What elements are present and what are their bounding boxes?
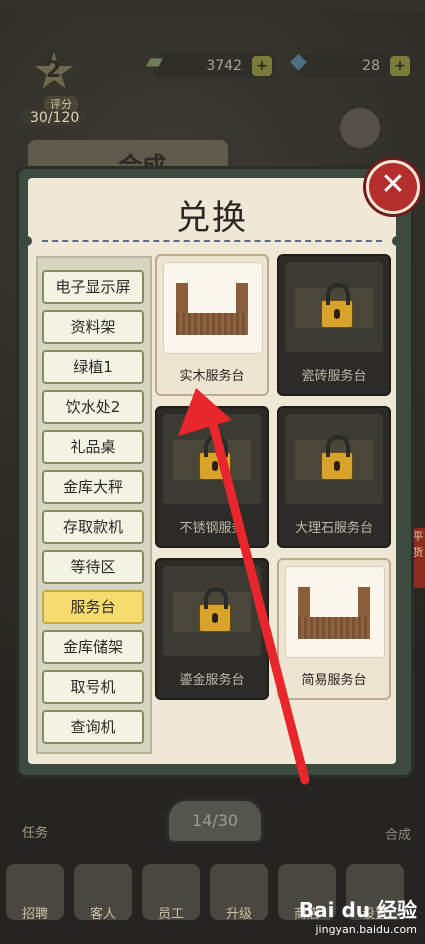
divider-dot [392, 236, 402, 246]
nav-label: 客人 [89, 907, 116, 922]
nav-label: 招聘 [21, 907, 48, 922]
cash-icon: ▰ [146, 49, 163, 74]
category-tab[interactable]: 礼品桌 [42, 430, 144, 464]
counter-icon [298, 587, 370, 641]
item-name: 大理石服务台 [294, 521, 373, 536]
item-name: 瓷砖服务台 [301, 369, 367, 384]
category-tab[interactable]: 电子显示屏 [42, 270, 144, 304]
page-indicator: 14/30 [166, 798, 264, 844]
category-tab-active[interactable]: 服务台 [42, 590, 144, 624]
lock-icon [321, 283, 353, 328]
watermark-logo: Bai du 经验 [298, 898, 417, 922]
lock-icon [199, 435, 231, 480]
category-tab[interactable]: 饮水处2 [42, 390, 144, 424]
watermark-url: jingyan.baidu.com [315, 923, 417, 936]
category-tab[interactable]: 绿植1 [42, 350, 144, 384]
category-tab[interactable]: 存取款机 [42, 510, 144, 544]
diamond-icon: ◆ [290, 49, 307, 74]
item-card-gilded[interactable]: 鎏金服务台 [155, 558, 269, 700]
nav-guests[interactable]: 客人 [74, 864, 132, 922]
lock-icon [321, 435, 353, 480]
item-name: 简易服务台 [301, 673, 367, 688]
category-tab[interactable]: 等待区 [42, 550, 144, 584]
divider [42, 240, 382, 242]
counter-image [163, 262, 263, 354]
item-card-solid-wood[interactable]: 实木服务台 [155, 254, 269, 396]
counter-image [285, 566, 385, 658]
nav-label: 升级 [225, 907, 252, 922]
add-gems-button[interactable]: + [390, 56, 410, 76]
add-coins-button[interactable]: + [252, 56, 272, 76]
divider-dot [22, 236, 32, 246]
item-name: 鎏金服务台 [179, 673, 245, 688]
gem-counter: ◆ 28 + [290, 50, 414, 78]
xp-counter: 30/120 [22, 110, 88, 126]
level-badge[interactable]: 2 评分 30/120 [12, 52, 94, 126]
avatar[interactable] [340, 108, 380, 148]
merge-label[interactable]: 合成 [385, 824, 411, 843]
item-name: 实木服务台 [179, 369, 245, 384]
watermark: Bai du 经验 jingyan.baidu.com [299, 894, 417, 936]
top-hud: 2 评分 30/120 ▰ 3742 + ◆ 28 + [0, 0, 425, 126]
category-tab[interactable]: 金库大秤 [42, 470, 144, 504]
item-card-tile[interactable]: 瓷砖服务台 [277, 254, 391, 396]
item-name: 不锈钢服务 [179, 521, 245, 536]
category-tab[interactable]: 取号机 [42, 670, 144, 704]
gem-value: 28 [362, 58, 380, 74]
category-tab[interactable]: 资料架 [42, 310, 144, 344]
item-card-steel[interactable]: 不锈钢服务 [155, 406, 269, 548]
coin-counter: ▰ 3742 + [146, 50, 276, 78]
nav-recruit[interactable]: 招聘 [6, 864, 64, 922]
level-number: 2 [46, 58, 62, 83]
nav-staff[interactable]: 员工 [142, 864, 200, 922]
category-tab[interactable]: 金库储架 [42, 630, 144, 664]
nav-upgrade[interactable]: 升级 [210, 864, 268, 922]
dialog-title: 兑换 [176, 198, 248, 238]
page-indicator-text: 14/30 [191, 811, 239, 830]
counter-icon [176, 283, 248, 337]
category-tab[interactable]: 查询机 [42, 710, 144, 744]
item-card-marble[interactable]: 大理石服务台 [277, 406, 391, 548]
task-label[interactable]: 任务 [22, 822, 48, 841]
nav-label: 员工 [157, 907, 184, 922]
item-card-simple[interactable]: 简易服务台 [277, 558, 391, 700]
close-icon: ✕ [380, 167, 406, 202]
close-button[interactable]: ✕ [366, 160, 420, 214]
category-list[interactable]: 电子显示屏 资料架 绿植1 饮水处2 礼品桌 金库大秤 存取款机 等待区 服务台… [36, 256, 152, 754]
lock-icon [199, 587, 231, 632]
coin-value: 3742 [206, 58, 242, 74]
